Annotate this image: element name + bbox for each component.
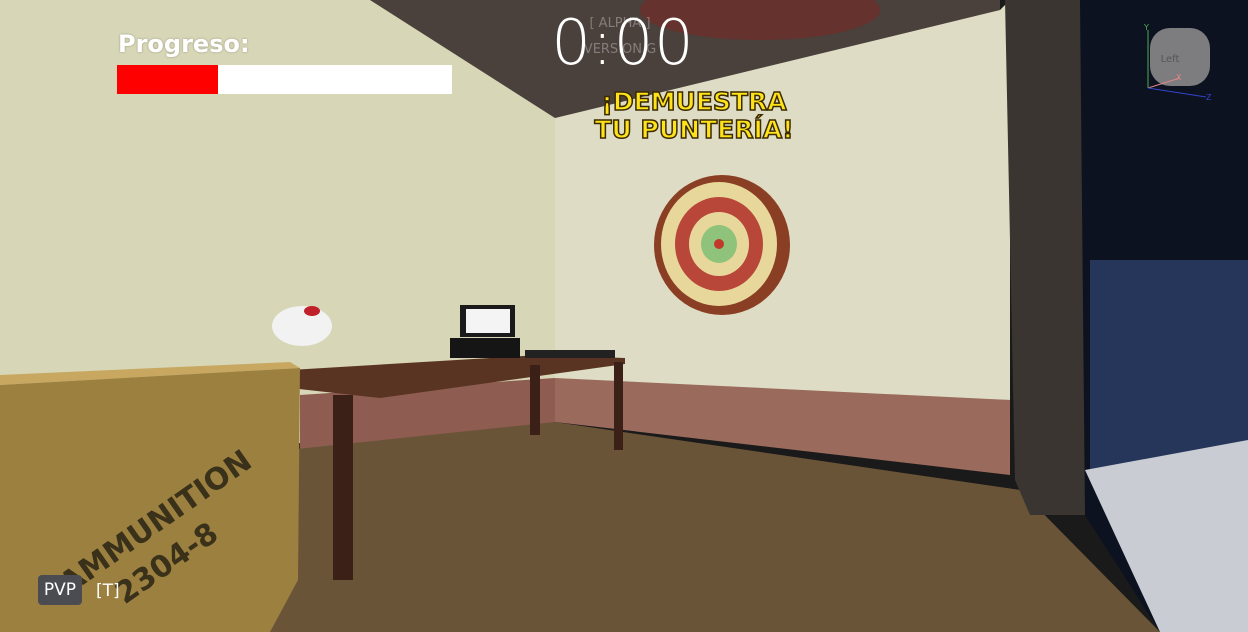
y-axis-label: Y (1143, 23, 1149, 32)
door-frame (1005, 0, 1090, 515)
cash-register[interactable] (450, 305, 520, 358)
progress-bar (117, 65, 452, 94)
x-axis-label: X (1176, 73, 1182, 82)
z-axis (1147, 87, 1207, 98)
dartboard[interactable] (654, 175, 790, 315)
blue-machine (1090, 260, 1248, 470)
player-hand (272, 306, 332, 346)
sign-line-1: ¡DEMUESTRA (601, 87, 787, 116)
rifle[interactable] (525, 350, 615, 358)
sign-line-2: TU PUNTERÍA! (594, 115, 793, 144)
z-axis-label: Z (1206, 93, 1212, 102)
pvp-key-hint: [T] (96, 581, 120, 601)
view-cube-face-label: Left (1161, 54, 1180, 65)
timer: 0:00 (551, 6, 695, 79)
pvp-button[interactable]: PVP (38, 575, 82, 605)
progress-label: Progreso: (118, 30, 250, 58)
view-cube[interactable]: Left Y X Z (1140, 22, 1220, 102)
progress-bar-fill (117, 65, 218, 94)
game-viewport[interactable]: ¡DEMUESTRA TU PUNTERÍA! AMMUNITION 2304-… (0, 0, 1248, 632)
